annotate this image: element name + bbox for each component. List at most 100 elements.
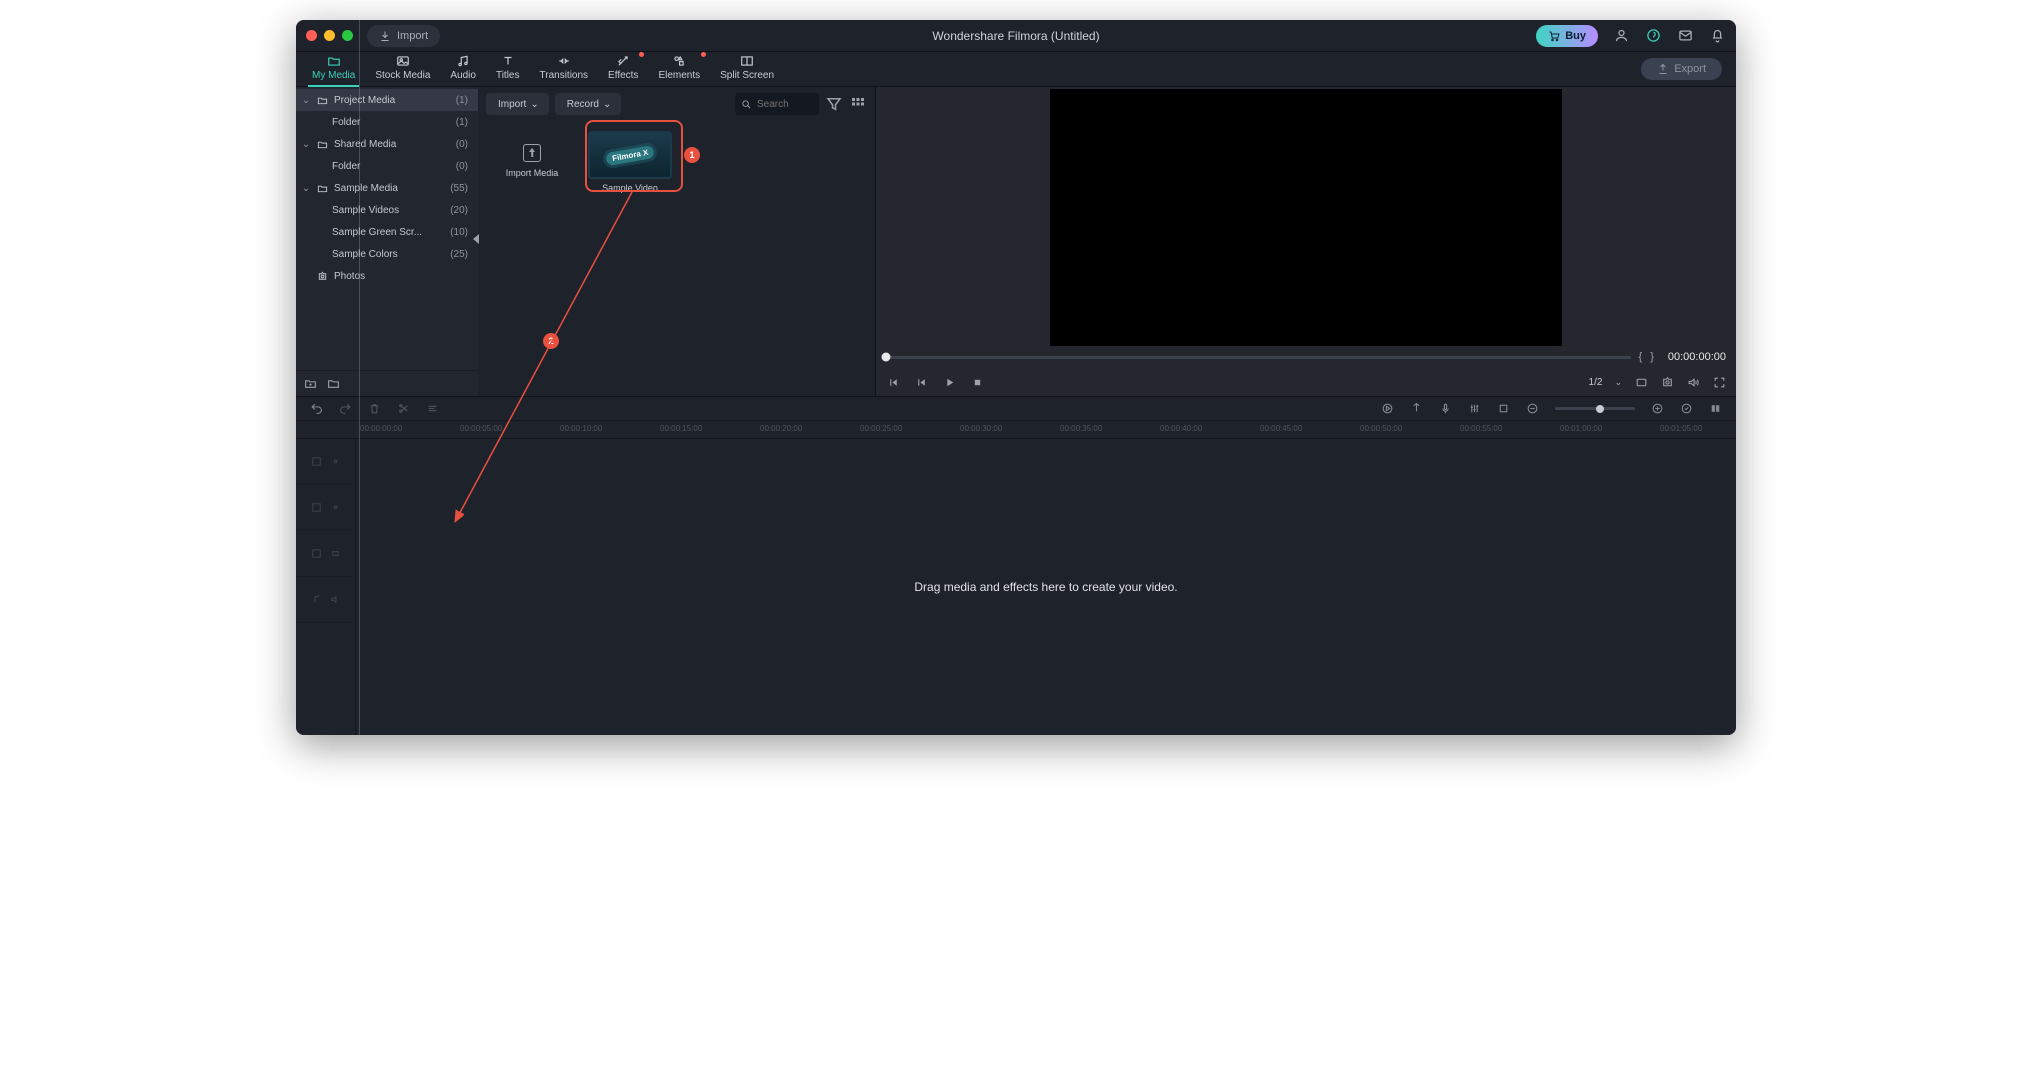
- crop-icon[interactable]: [1497, 402, 1510, 415]
- image-icon: [396, 54, 410, 68]
- mark-in-button[interactable]: {: [1639, 351, 1643, 363]
- voiceover-icon[interactable]: [1439, 402, 1452, 415]
- clip-sample-video[interactable]: Filmora X Sample Video: [588, 131, 672, 193]
- maximize-window-button[interactable]: [342, 30, 353, 41]
- cart-icon: [1548, 30, 1560, 42]
- timecode: 00:00:00:00: [1668, 351, 1726, 363]
- delete-button[interactable]: [368, 402, 381, 415]
- tree-sample-media[interactable]: ⌄Sample Media(55): [296, 177, 478, 199]
- notifications-icon[interactable]: [1708, 27, 1726, 45]
- track-size-icon[interactable]: [1709, 402, 1722, 415]
- track-header[interactable]: [296, 485, 355, 531]
- collapse-sidebar-handle[interactable]: [473, 234, 479, 244]
- close-window-button[interactable]: [306, 30, 317, 41]
- ruler-tick: 00:00:35:00: [1060, 424, 1102, 433]
- filter-icon[interactable]: [825, 95, 843, 113]
- chevron-down-icon: ⌄: [1614, 377, 1622, 388]
- split-button[interactable]: [397, 402, 410, 415]
- folder-icon[interactable]: [327, 377, 340, 390]
- zoom-fit-icon[interactable]: [1680, 402, 1693, 415]
- ruler-tick: 00:00:20:00: [760, 424, 802, 433]
- main-tabstrip: My Media Stock Media Audio Titles Transi…: [296, 52, 1736, 87]
- export-label: Export: [1674, 63, 1706, 75]
- mixer-icon[interactable]: [1468, 402, 1481, 415]
- tree-sample-colors[interactable]: Sample Colors(25): [296, 243, 478, 265]
- tab-my-media[interactable]: My Media: [302, 51, 365, 86]
- tree-sample-videos[interactable]: Sample Videos(20): [296, 199, 478, 221]
- help-icon[interactable]: [1644, 27, 1662, 45]
- import-dropdown[interactable]: Import⌄: [486, 93, 549, 115]
- tree-sample-greenscreen[interactable]: Sample Green Scr...(10): [296, 221, 478, 243]
- import-button[interactable]: Import: [367, 25, 440, 47]
- tree-folder[interactable]: Folder(1): [296, 111, 478, 133]
- track-header[interactable]: [296, 577, 355, 623]
- timeline-ruler[interactable]: 00:00:00:0000:00:05:0000:00:10:0000:00:1…: [296, 421, 1736, 439]
- step-back-button[interactable]: [914, 375, 928, 389]
- folder-icon: [316, 139, 328, 150]
- timeline-body: Drag media and effects here to create yo…: [296, 439, 1736, 735]
- search-input[interactable]: [757, 99, 813, 110]
- timeline-drop-area[interactable]: Drag media and effects here to create yo…: [356, 439, 1736, 735]
- record-dropdown[interactable]: Record⌄: [555, 93, 622, 115]
- tab-elements[interactable]: Elements: [648, 51, 710, 86]
- messages-icon[interactable]: [1676, 27, 1694, 45]
- text-icon: [501, 54, 515, 68]
- redo-button[interactable]: [339, 402, 352, 415]
- import-media-card[interactable]: Import Media: [490, 131, 574, 191]
- media-toolbar: Import⌄ Record⌄: [478, 87, 875, 121]
- ruler-tick: 00:00:00:00: [360, 424, 402, 433]
- account-icon[interactable]: [1612, 27, 1630, 45]
- track-header[interactable]: [296, 531, 355, 577]
- marker-icon[interactable]: [1410, 402, 1423, 415]
- scrub-track[interactable]: [886, 356, 1631, 359]
- render-preview-icon[interactable]: [1634, 375, 1648, 389]
- mark-out-button[interactable]: }: [1650, 351, 1654, 363]
- clip-thumbnail: Filmora X: [588, 131, 672, 179]
- tree-count: (1): [456, 117, 468, 128]
- minimize-window-button[interactable]: [324, 30, 335, 41]
- tab-stock-media[interactable]: Stock Media: [365, 51, 440, 86]
- dropdown-label: Record: [567, 99, 599, 110]
- snapshot-icon[interactable]: [1660, 375, 1674, 389]
- import-card-label: Import Media: [506, 168, 559, 178]
- zoom-slider[interactable]: [1555, 407, 1635, 410]
- grid-view-icon[interactable]: [849, 95, 867, 113]
- volume-icon[interactable]: [1686, 375, 1700, 389]
- new-folder-icon[interactable]: [304, 377, 317, 390]
- track-header[interactable]: [296, 439, 355, 485]
- import-icon: [379, 30, 391, 42]
- stop-button[interactable]: [970, 375, 984, 389]
- tree-photos[interactable]: Photos: [296, 265, 478, 287]
- tab-split-screen[interactable]: Split Screen: [710, 51, 784, 86]
- preview-scrubber: { } 00:00:00:00: [876, 346, 1736, 368]
- tree-folder[interactable]: Folder(0): [296, 155, 478, 177]
- undo-button[interactable]: [310, 402, 323, 415]
- tree-count: (55): [450, 183, 468, 194]
- tab-transitions[interactable]: Transitions: [530, 51, 599, 86]
- edit-tools-button[interactable]: [426, 402, 439, 415]
- timeline-section: 00:00:00:0000:00:05:0000:00:10:0000:00:1…: [296, 397, 1736, 735]
- export-button[interactable]: Export: [1641, 58, 1722, 80]
- scrub-playhead[interactable]: [882, 353, 891, 362]
- play-button[interactable]: [942, 375, 956, 389]
- track-headers: [296, 439, 356, 735]
- tree-shared-media[interactable]: ⌄Shared Media(0): [296, 133, 478, 155]
- fullscreen-icon[interactable]: [1712, 375, 1726, 389]
- tab-effects[interactable]: Effects: [598, 51, 648, 86]
- buy-button[interactable]: Buy: [1536, 25, 1598, 47]
- auto-ripple-icon[interactable]: [1381, 402, 1394, 415]
- clip-label: Sample Video: [602, 183, 658, 193]
- tab-audio[interactable]: Audio: [440, 51, 486, 86]
- chevron-down-icon: ⌄: [302, 139, 310, 150]
- tab-titles[interactable]: Titles: [486, 51, 530, 86]
- preview-scale-dropdown[interactable]: 1/2: [1589, 377, 1603, 388]
- zoom-out-icon[interactable]: [1526, 402, 1539, 415]
- tree-label: Photos: [334, 271, 365, 282]
- splitscreen-icon: [740, 54, 754, 68]
- ruler-tick: 00:00:05:00: [460, 424, 502, 433]
- prev-frame-button[interactable]: [886, 375, 900, 389]
- zoom-in-icon[interactable]: [1651, 402, 1664, 415]
- tab-label: Stock Media: [375, 70, 430, 81]
- tree-project-media[interactable]: ⌄Project Media(1): [296, 89, 478, 111]
- search-field[interactable]: [735, 93, 819, 115]
